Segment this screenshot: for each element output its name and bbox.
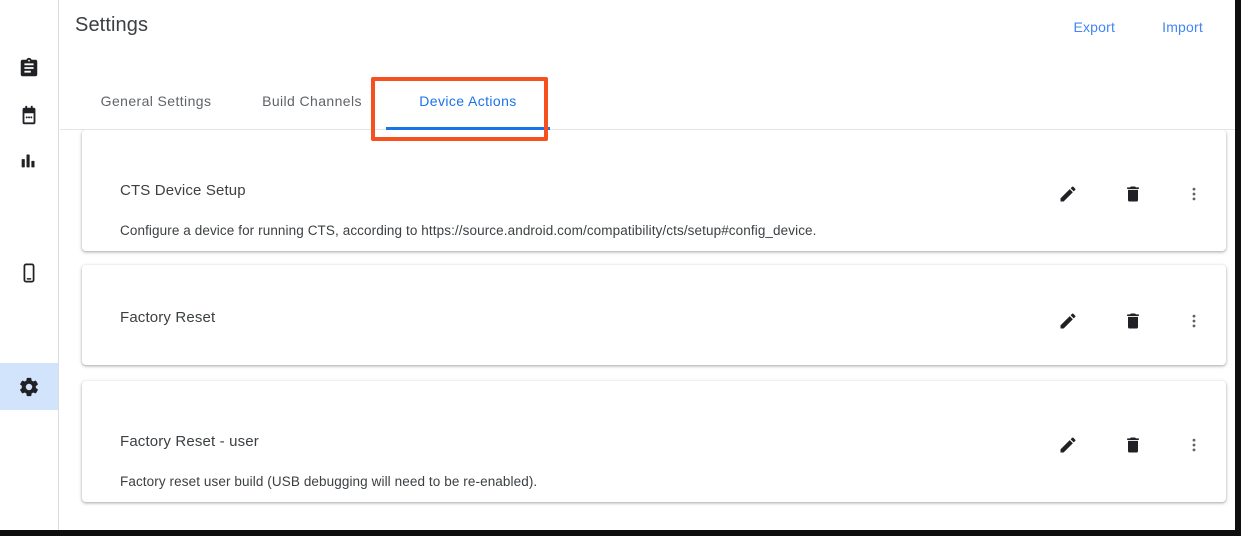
device-action-description: Factory reset user build (USB debugging … <box>120 474 538 489</box>
delete-icon <box>1123 435 1143 455</box>
delete-button[interactable] <box>1119 307 1147 335</box>
device-action-description: Configure a device for running CTS, acco… <box>120 223 817 238</box>
edit-button[interactable] <box>1054 180 1082 208</box>
delete-button[interactable] <box>1119 180 1147 208</box>
app-window: Settings Export Import General Settings … <box>0 0 1241 536</box>
device-action-buttons <box>1054 180 1204 208</box>
device-action-buttons <box>1054 431 1204 459</box>
device-actions-list: CTS Device Setup Configure a device for … <box>60 130 1235 530</box>
edit-icon <box>1058 311 1078 331</box>
tab-device-actions[interactable]: Device Actions <box>386 71 550 130</box>
sidebar-navigation <box>0 0 59 530</box>
calendar-icon <box>18 105 40 127</box>
sidebar-item-schedules[interactable] <box>0 92 58 139</box>
delete-button[interactable] <box>1119 431 1147 459</box>
device-action-title: Factory Reset - user <box>120 433 259 450</box>
more-options-button[interactable] <box>1184 180 1204 208</box>
tab-general-settings[interactable]: General Settings <box>74 71 238 130</box>
delete-icon <box>1123 184 1143 204</box>
page-header: Settings Export Import <box>60 0 1235 71</box>
sidebar-item-results[interactable] <box>0 136 58 183</box>
clipboard-icon <box>18 57 40 79</box>
more-options-icon <box>1185 312 1203 330</box>
delete-icon <box>1123 311 1143 331</box>
sidebar-item-settings[interactable] <box>0 363 58 410</box>
device-action-title: Factory Reset <box>120 309 216 326</box>
sidebar-item-test-runs[interactable] <box>0 44 58 91</box>
edit-icon <box>1058 184 1078 204</box>
header-actions: Export Import <box>1073 19 1203 35</box>
more-options-button[interactable] <box>1184 431 1204 459</box>
gear-icon <box>18 376 40 398</box>
more-options-button[interactable] <box>1184 307 1204 335</box>
main-content: Settings Export Import General Settings … <box>60 0 1235 530</box>
tab-build-channels[interactable]: Build Channels <box>238 71 386 130</box>
tabs-list: General Settings Build Channels Device A… <box>74 71 550 130</box>
device-action-card[interactable]: Factory Reset - user Factory reset user … <box>82 381 1226 502</box>
edit-button[interactable] <box>1054 307 1082 335</box>
import-link[interactable]: Import <box>1162 19 1203 35</box>
smartphone-icon <box>18 262 40 284</box>
device-action-buttons <box>1054 307 1204 335</box>
bar-chart-icon <box>18 149 40 171</box>
sidebar-item-devices[interactable] <box>0 249 58 296</box>
page-title: Settings <box>75 14 149 36</box>
device-action-card[interactable]: Factory Reset <box>82 265 1226 365</box>
more-options-icon <box>1185 185 1203 203</box>
edit-button[interactable] <box>1054 431 1082 459</box>
device-action-card[interactable]: CTS Device Setup Configure a device for … <box>82 130 1226 251</box>
export-link[interactable]: Export <box>1073 19 1115 35</box>
edit-icon <box>1058 435 1078 455</box>
tabs-bar: General Settings Build Channels Device A… <box>60 71 1235 141</box>
more-options-icon <box>1185 436 1203 454</box>
device-action-title: CTS Device Setup <box>120 182 246 199</box>
